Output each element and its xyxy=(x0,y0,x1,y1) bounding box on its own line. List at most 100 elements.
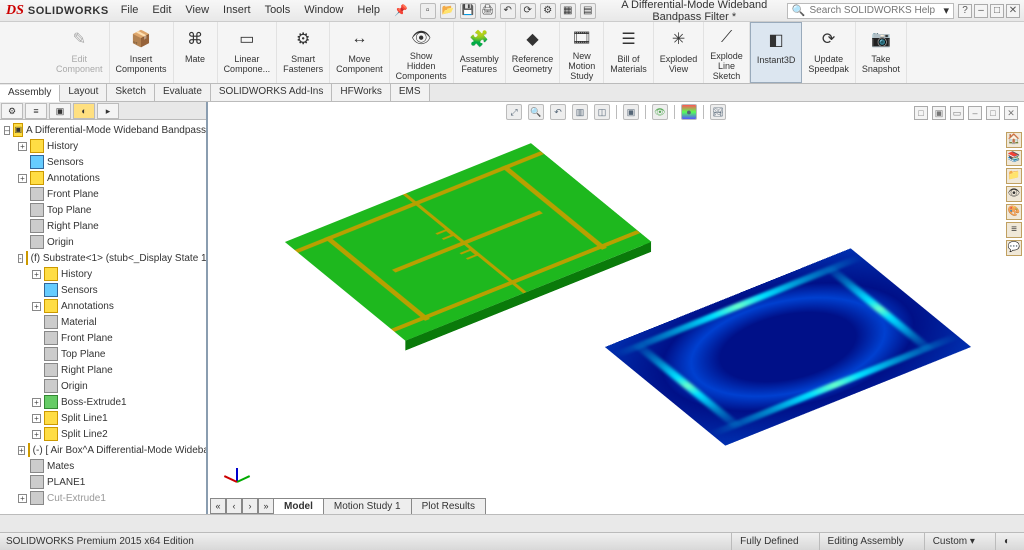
ft-tab-property-icon[interactable]: ≡ xyxy=(25,103,47,119)
prev-view-icon[interactable]: ↶ xyxy=(550,104,566,120)
close-icon[interactable]: ✕ xyxy=(1006,4,1020,18)
extra1-icon[interactable]: ▦ xyxy=(560,3,576,19)
minimize-icon[interactable]: – xyxy=(974,4,988,18)
tab-nav-prev-icon[interactable]: ‹ xyxy=(226,498,242,514)
cmdtab-evaluate[interactable]: Evaluate xyxy=(155,84,211,101)
open-icon[interactable]: 📂 xyxy=(440,3,456,19)
tree-root[interactable]: – ▣ A Differential-Mode Wideband Bandpas… xyxy=(0,122,206,138)
tp-lib-icon[interactable]: 📚 xyxy=(1006,150,1022,166)
print-icon[interactable]: 🖨 xyxy=(480,3,496,19)
expand-icon[interactable]: + xyxy=(18,494,27,503)
tree-node[interactable]: PLANE1 xyxy=(0,474,206,490)
model-substrate[interactable] xyxy=(285,143,651,340)
tree-node[interactable]: Origin xyxy=(0,234,206,250)
tab-nav-first-icon[interactable]: « xyxy=(210,498,226,514)
ribbon-new[interactable]: 🎞NewMotionStudy xyxy=(560,22,604,83)
expand-icon[interactable]: + xyxy=(18,174,27,183)
view-orient-icon[interactable]: ◫ xyxy=(594,104,610,120)
display-style-icon[interactable]: ▣ xyxy=(623,104,639,120)
section-view-icon[interactable]: ▥ xyxy=(572,104,588,120)
tab-model[interactable]: Model xyxy=(273,498,324,514)
ribbon-explode[interactable]: ⟋ExplodeLineSketch xyxy=(704,22,750,83)
expand-icon[interactable]: + xyxy=(18,142,27,151)
tree-node[interactable]: +Split Line2 xyxy=(0,426,206,442)
zoom-fit-icon[interactable]: ⤢ xyxy=(506,104,522,120)
rebuild-icon[interactable]: ⟳ xyxy=(520,3,536,19)
menu-insert[interactable]: Insert xyxy=(217,2,257,19)
vp-btn1-icon[interactable]: □ xyxy=(914,106,928,120)
tree-node[interactable]: +Annotations xyxy=(0,298,206,314)
tree-node[interactable]: Front Plane xyxy=(0,186,206,202)
expand-icon[interactable]: - xyxy=(18,254,23,263)
help-search[interactable]: 🔍 ▾ xyxy=(787,3,954,19)
ribbon-linear[interactable]: ▭LinearCompone... xyxy=(218,22,278,83)
tab-nav-next-icon[interactable]: › xyxy=(242,498,258,514)
tree-node[interactable]: Right Plane xyxy=(0,362,206,378)
new-doc-icon[interactable]: ▫ xyxy=(420,3,436,19)
vp-max-icon[interactable]: □ xyxy=(986,106,1000,120)
options-icon[interactable]: ⚙ xyxy=(540,3,556,19)
field-plot[interactable] xyxy=(605,248,971,445)
cmdtab-ems[interactable]: EMS xyxy=(391,84,430,101)
tree-node[interactable]: Top Plane xyxy=(0,346,206,362)
expand-icon[interactable]: + xyxy=(32,270,41,279)
menu-file[interactable]: File xyxy=(115,2,145,19)
menu-edit[interactable]: Edit xyxy=(146,2,177,19)
ribbon-smart[interactable]: ⚙SmartFasteners xyxy=(277,22,330,83)
tp-appear-icon[interactable]: 🎨 xyxy=(1006,204,1022,220)
cmdtab-assembly[interactable]: Assembly xyxy=(0,85,60,102)
ft-tab-extra-icon[interactable]: ▸ xyxy=(97,103,119,119)
cmdtab-sketch[interactable]: Sketch xyxy=(107,84,155,101)
menu-help[interactable]: Help xyxy=(351,2,386,19)
ribbon-instant-d[interactable]: ◧Instant3D xyxy=(750,22,803,83)
hide-show-icon[interactable]: 👁 xyxy=(652,104,668,120)
vp-close-icon[interactable]: ✕ xyxy=(1004,106,1018,120)
extra2-icon[interactable]: ▤ xyxy=(580,3,596,19)
tree-node[interactable]: +History xyxy=(0,266,206,282)
tree-node[interactable]: +Split Line1 xyxy=(0,410,206,426)
menu-tools[interactable]: Tools xyxy=(259,2,297,19)
tree-node[interactable]: Mates xyxy=(0,458,206,474)
vp-btn2-icon[interactable]: ▣ xyxy=(932,106,946,120)
search-dropdown-icon[interactable]: ▾ xyxy=(943,4,949,17)
appearance-icon[interactable]: ● xyxy=(681,104,697,120)
tree-node[interactable]: Sensors xyxy=(0,154,206,170)
ft-tab-feature-icon[interactable]: ⚙ xyxy=(1,103,23,119)
status-extra-icon[interactable]: ◐ xyxy=(995,533,1018,550)
tp-forum-icon[interactable]: 💬 xyxy=(1006,240,1022,256)
feature-tree-body[interactable]: – ▣ A Differential-Mode Wideband Bandpas… xyxy=(0,120,206,514)
scene-icon[interactable]: 🏞 xyxy=(710,104,726,120)
menu-view[interactable]: View xyxy=(179,2,215,19)
help-icon[interactable]: ? xyxy=(958,4,972,18)
ribbon-show[interactable]: 👁ShowHiddenComponents xyxy=(390,22,454,83)
ribbon-take[interactable]: 📷TakeSnapshot xyxy=(856,22,907,83)
menu-pushpin-icon[interactable]: 📌 xyxy=(388,2,414,19)
tp-props-icon[interactable]: ≡ xyxy=(1006,222,1022,238)
expand-icon[interactable]: + xyxy=(32,414,41,423)
cmdtab-solidworks-add-ins[interactable]: SOLIDWORKS Add-Ins xyxy=(211,84,332,101)
ft-tab-config-icon[interactable]: ▣ xyxy=(49,103,71,119)
ribbon-reference[interactable]: ◆ReferenceGeometry xyxy=(506,22,561,83)
expand-icon[interactable]: + xyxy=(32,398,41,407)
tab-nav-last-icon[interactable]: » xyxy=(258,498,274,514)
cmdtab-layout[interactable]: Layout xyxy=(60,84,107,101)
model-top-face[interactable] xyxy=(285,143,651,340)
status-units[interactable]: Custom ▾ xyxy=(924,533,983,550)
ribbon-update[interactable]: ⟳UpdateSpeedpak xyxy=(802,22,856,83)
tree-node[interactable]: -(f) Substrate<1> (stub<_Display State 1… xyxy=(0,250,206,266)
tree-node[interactable]: Sensors xyxy=(0,282,206,298)
ribbon-assembly[interactable]: 🧩AssemblyFeatures xyxy=(454,22,506,83)
vp-btn3-icon[interactable]: ▭ xyxy=(950,106,964,120)
ribbon-bill-of[interactable]: ☰Bill ofMaterials xyxy=(604,22,654,83)
menu-window[interactable]: Window xyxy=(298,2,349,19)
expand-icon[interactable]: – xyxy=(4,126,10,135)
tp-home-icon[interactable]: 🏠 xyxy=(1006,132,1022,148)
tab-motion-study[interactable]: Motion Study 1 xyxy=(323,498,412,514)
tree-node[interactable]: +Boss-Extrude1 xyxy=(0,394,206,410)
ft-tab-display-icon[interactable]: ◐ xyxy=(73,103,95,119)
tree-node[interactable]: Top Plane xyxy=(0,202,206,218)
orientation-triad[interactable] xyxy=(222,466,252,496)
ribbon-exploded[interactable]: ✳ExplodedView xyxy=(654,22,705,83)
ribbon-mate[interactable]: ⌘Mate xyxy=(174,22,218,83)
expand-icon[interactable]: + xyxy=(18,446,25,455)
